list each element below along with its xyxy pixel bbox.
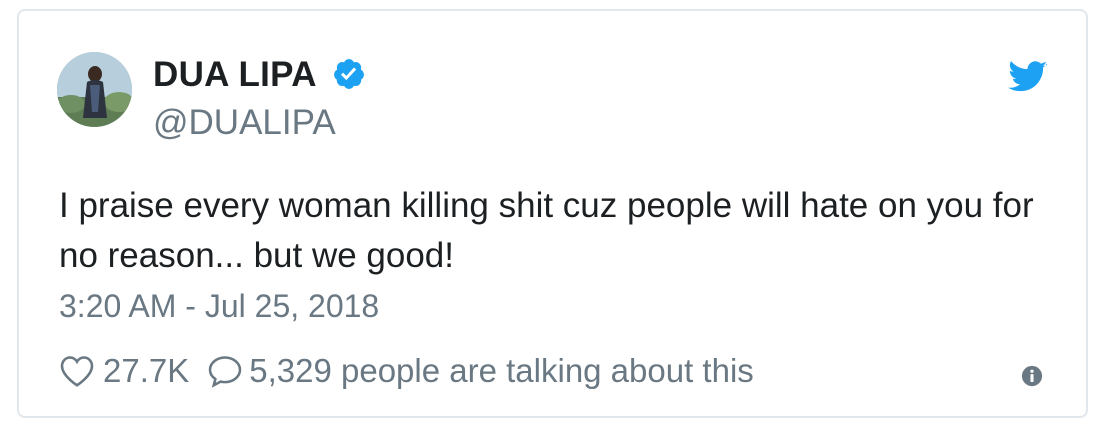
conversation-count[interactable]: 5,329 people are talking about this — [249, 352, 754, 390]
tweet-actions: 27.7K 5,329 people are talking about thi… — [59, 351, 754, 391]
info-icon[interactable] — [1021, 365, 1043, 387]
user-handle[interactable]: @DUALIPA — [153, 103, 336, 143]
twitter-bird-icon[interactable] — [1008, 61, 1048, 94]
tweet-timestamp[interactable]: 3:20 AM - Jul 25, 2018 — [59, 286, 379, 326]
speech-bubble-icon[interactable] — [207, 354, 243, 388]
like-count[interactable]: 27.7K — [103, 352, 189, 390]
tweet-text: I praise every woman killing shit cuz pe… — [59, 186, 1034, 275]
verified-badge-icon — [333, 58, 364, 89]
tweet-card: DUA LIPA @DUALIPA I praise every woman k… — [17, 9, 1088, 418]
avatar[interactable] — [57, 52, 132, 127]
heart-icon[interactable] — [59, 354, 95, 388]
display-name-text: DUA LIPA — [153, 55, 316, 94]
avatar-photo — [57, 52, 132, 127]
display-name[interactable]: DUA LIPA — [153, 55, 366, 95]
